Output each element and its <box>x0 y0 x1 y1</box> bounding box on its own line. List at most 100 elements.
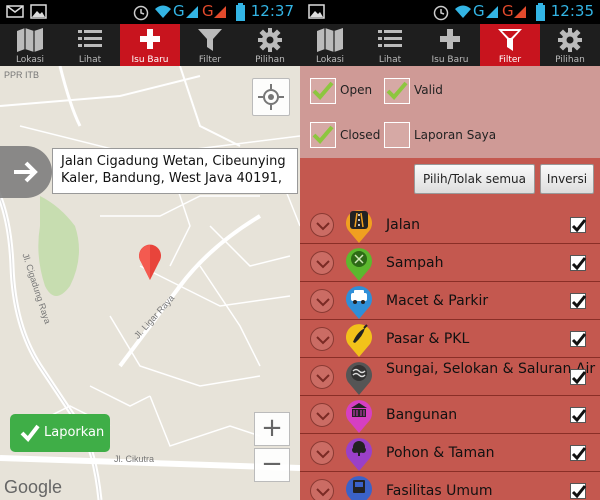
main-nav: Lokasi Lihat Isu Baru Filter Pilihan <box>0 24 300 66</box>
category-label: Sungai, Selokan & Saluran Air <box>386 361 596 377</box>
check-icon <box>571 257 587 271</box>
google-attribution: Google <box>4 477 63 497</box>
tab-label: Filter <box>198 55 222 65</box>
expand-button[interactable] <box>310 365 334 389</box>
category-label: Pasar & PKL <box>386 331 470 347</box>
chevron-down-icon <box>316 450 330 459</box>
chevron-down-icon <box>316 488 330 497</box>
tree-icon <box>346 438 372 471</box>
zoom-in-button[interactable]: + <box>254 412 290 446</box>
list-item[interactable]: Sampah <box>300 244 600 282</box>
category-checkbox[interactable] <box>570 255 587 271</box>
tab-label: Pilihan <box>255 55 285 65</box>
zoom-out-button[interactable]: − <box>254 448 290 482</box>
tab-lokasi[interactable]: Lokasi <box>0 24 60 66</box>
checkbox-closed-label: Closed <box>340 128 381 142</box>
checkbox-closed[interactable] <box>310 122 336 148</box>
report-button-label: Laporkan <box>44 425 105 440</box>
map-view[interactable]: PPR ITB Jl. Cigadung Raya Jl. Ligar Raya… <box>0 66 300 500</box>
category-checkbox[interactable] <box>570 331 587 347</box>
expand-button[interactable] <box>310 441 334 465</box>
status-bar: G G 12:35 <box>300 0 600 24</box>
tab-lihat[interactable]: Lihat <box>60 24 120 66</box>
tab-filter[interactable]: Filter <box>180 24 240 66</box>
tab-isu-baru[interactable]: Isu Baru <box>420 24 480 66</box>
list-item[interactable]: Fasilitas Umum <box>300 472 600 500</box>
tab-pilihan[interactable]: Pilihan <box>540 24 600 66</box>
check-icon <box>312 125 334 144</box>
image-icon <box>308 4 325 19</box>
expand-button[interactable] <box>310 213 334 237</box>
tab-pilihan[interactable]: Pilihan <box>240 24 300 66</box>
location-pin-icon[interactable] <box>138 244 162 282</box>
expand-button[interactable] <box>310 251 334 275</box>
tab-filter[interactable]: Filter <box>480 24 540 66</box>
tab-label: Lihat <box>78 55 102 65</box>
tab-lokasi[interactable]: Lokasi <box>300 24 360 66</box>
list-item[interactable]: Pohon & Taman <box>300 434 600 472</box>
check-icon <box>312 81 334 100</box>
tab-isu-baru[interactable]: Isu Baru <box>120 24 180 66</box>
facility-icon <box>346 476 372 500</box>
trash-icon <box>346 248 372 281</box>
tab-label: Lokasi <box>315 55 345 65</box>
address-arrow-button[interactable] <box>0 146 52 198</box>
signal-icon-2 <box>514 6 526 18</box>
wifi-icon <box>155 5 171 18</box>
battery-icon <box>236 3 245 21</box>
category-label: Pohon & Taman <box>386 445 495 461</box>
chevron-down-icon <box>316 222 330 231</box>
clock: 12:35 <box>550 2 594 20</box>
checkbox-valid[interactable] <box>384 78 410 104</box>
list-item[interactable]: Jalan <box>300 206 600 244</box>
expand-button[interactable] <box>310 327 334 351</box>
my-location-button[interactable] <box>252 78 290 116</box>
list-item[interactable]: Sungai, Selokan & Saluran Air <box>300 358 600 396</box>
status-bar: G G 12:37 <box>0 0 300 24</box>
category-checkbox[interactable] <box>570 369 587 385</box>
road-icon <box>346 210 372 243</box>
expand-button[interactable] <box>310 289 334 313</box>
tab-label: Isu Baru <box>131 55 169 65</box>
map-screen: G G 12:37 Lokasi Lihat Isu Baru Filter P… <box>0 0 300 500</box>
list-item[interactable]: Macet & Parkir <box>300 282 600 320</box>
tab-label: Lokasi <box>15 55 45 65</box>
category-checkbox[interactable] <box>570 293 587 309</box>
check-icon <box>20 424 40 443</box>
gear-icon <box>558 28 582 52</box>
toggle-all-button[interactable]: Pilih/Tolak semua <box>414 164 535 194</box>
tab-lihat[interactable]: Lihat <box>360 24 420 66</box>
checkbox-laporan-saya[interactable] <box>384 122 410 148</box>
alarm-icon <box>133 5 149 21</box>
check-icon <box>571 485 587 499</box>
check-icon <box>571 447 587 461</box>
list-item[interactable]: Pasar & PKL <box>300 320 600 358</box>
check-icon <box>571 333 587 347</box>
arrow-right-icon <box>14 161 38 183</box>
invert-button[interactable]: Inversi <box>540 164 594 194</box>
status-filter-panel: Open Valid Closed Laporan Saya <box>300 66 600 158</box>
signal-icon <box>186 6 198 18</box>
check-icon <box>571 371 587 385</box>
list-icon <box>378 30 402 47</box>
category-checkbox[interactable] <box>570 483 587 499</box>
email-icon <box>6 5 24 18</box>
expand-button[interactable] <box>310 479 334 500</box>
category-checkbox[interactable] <box>570 217 587 233</box>
chili-icon <box>346 324 372 357</box>
plus-icon <box>140 29 160 49</box>
address-bubble: Jalan Cigadung Wetan, Cibeunying Kaler, … <box>52 148 298 194</box>
car-icon <box>346 286 372 319</box>
category-checkbox[interactable] <box>570 407 587 423</box>
map-label-cikutra: Jl. Cikutra <box>114 454 155 464</box>
checkbox-open[interactable] <box>310 78 336 104</box>
category-checkbox[interactable] <box>570 445 587 461</box>
signal-icon <box>486 6 498 18</box>
building-icon <box>346 400 372 433</box>
crosshair-icon <box>258 84 284 110</box>
list-item[interactable]: Bangunan <box>300 396 600 434</box>
tab-label: Pilihan <box>555 55 585 65</box>
report-button[interactable]: Laporkan <box>10 414 110 452</box>
network-g-label: G <box>173 2 185 20</box>
expand-button[interactable] <box>310 403 334 427</box>
